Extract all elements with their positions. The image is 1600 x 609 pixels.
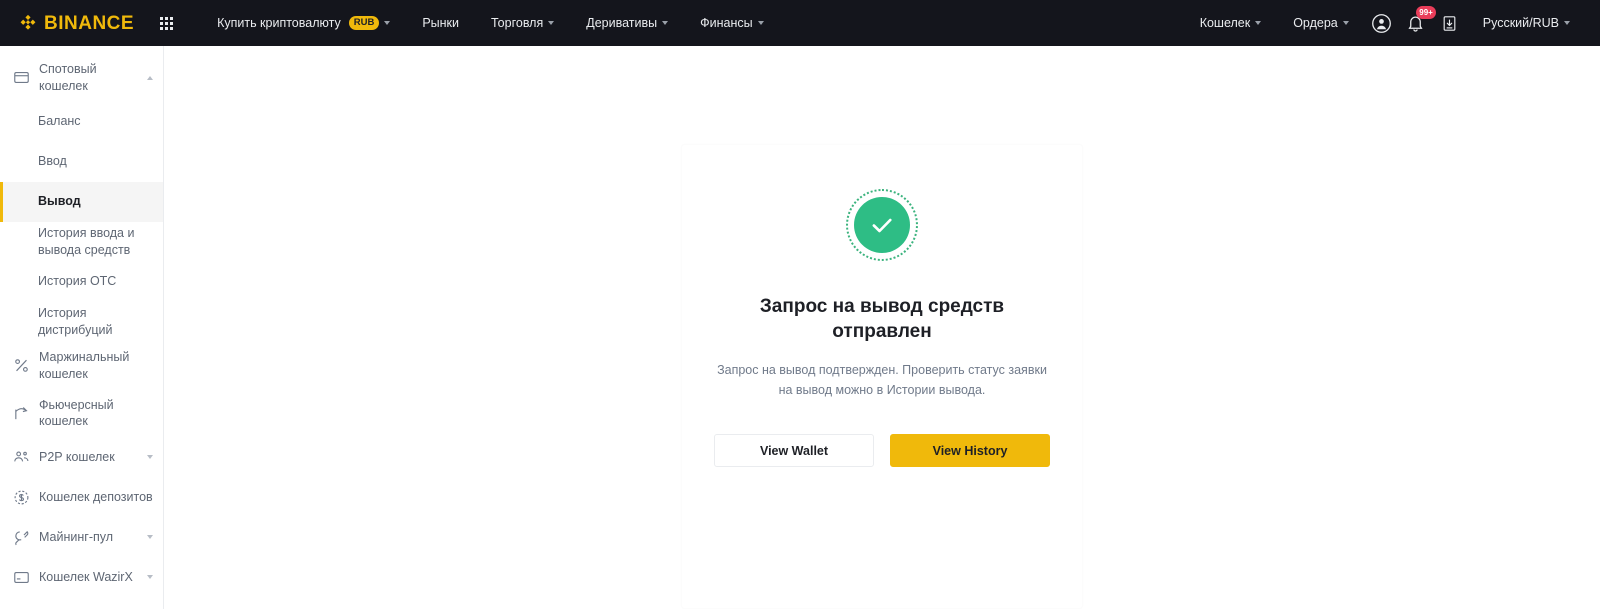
card-actions: View Wallet View History (710, 434, 1054, 468)
profile-button[interactable] (1365, 0, 1399, 46)
top-navbar: BINANCE Купить криптовалюту RUB Рынки То… (0, 0, 1600, 46)
sidebar-item-jex-wallet[interactable]: Кошелек JEX (0, 597, 163, 609)
sidebar-item-label: Майнинг-пул (39, 529, 114, 544)
chevron-down-icon (548, 21, 555, 25)
sidebar-item-deposit-wallet[interactable]: Кошелек депозитов (0, 477, 163, 517)
sidebar-item-label: Кошелек WazirX (39, 569, 133, 584)
nav-item-label: Финансы (700, 16, 753, 30)
sidebar-item-label: Фьючерсный кошелек (39, 397, 114, 429)
sidebar-item-label: История дистрибуций (38, 305, 113, 337)
sidebar-item-label: Ввод (38, 154, 67, 169)
sidebar-item-otc-history[interactable]: История ОТС (0, 262, 163, 302)
navbar-menu: Купить криптовалюту RUB Рынки Торговля Д… (201, 0, 780, 46)
binance-logo-text: BINANCE (44, 12, 135, 34)
nav-item-label: Рынки (422, 16, 460, 30)
language-currency-selector[interactable]: Русский/RUB (1467, 0, 1586, 46)
download-app-icon (1443, 15, 1456, 31)
sidebar-item-withdraw[interactable]: Вывод (0, 181, 163, 222)
nav-item-buy-crypto[interactable]: Купить криптовалюту RUB (201, 0, 406, 46)
chevron-down-icon (147, 455, 153, 460)
nav-item-label: Кошелек (1199, 16, 1251, 30)
sidebar-item-p2p-wallet[interactable]: P2P кошелек (0, 437, 163, 477)
sidebar-item-label: Маржинальный кошелек (39, 349, 130, 381)
dollar-circle-icon (12, 488, 30, 506)
sidebar-item-deposit[interactable]: Ввод (0, 142, 163, 182)
sidebar-item-label: Кошелек депозитов (39, 489, 153, 504)
user-circle-icon (1372, 13, 1392, 33)
chevron-down-icon (147, 535, 153, 540)
nav-item-label: Купить криптовалюту (217, 16, 341, 30)
sidebar-item-label: Баланс (38, 114, 81, 129)
nav-item-label: Деривативы (586, 16, 658, 30)
chevron-down-icon (384, 21, 391, 25)
wallet-card-icon (12, 69, 30, 87)
view-wallet-button[interactable]: View Wallet (714, 434, 874, 468)
sidebar-item-distribution-history[interactable]: История дистрибуций (0, 302, 163, 342)
withdrawal-success-card: Запрос на вывод средств отправлен Запрос… (681, 144, 1083, 609)
sidebar-item-balance[interactable]: Баланс (0, 102, 163, 142)
sidebar-item-margin-wallet[interactable]: Маржинальный кошелек (0, 342, 163, 390)
view-history-button[interactable]: View History (890, 434, 1050, 468)
nav-item-markets[interactable]: Рынки (406, 0, 475, 46)
success-check-icon (846, 189, 918, 261)
chevron-down-icon (662, 21, 669, 25)
wallet-card-icon (12, 568, 30, 586)
sidebar-item-futures-wallet[interactable]: Фьючерсный кошелек (0, 390, 163, 438)
nav-item-finance[interactable]: Финансы (684, 0, 779, 46)
dotted-ring-decoration (846, 189, 918, 261)
sidebar-item-transaction-history[interactable]: История ввода и вывода средств (0, 222, 163, 262)
sidebar-item-wazirx-wallet[interactable]: Кошелек WazirX (0, 557, 163, 597)
margin-percent-icon (12, 357, 30, 375)
nav-item-label: Торговля (491, 16, 544, 30)
chevron-up-icon (147, 75, 153, 80)
nav-item-wallet[interactable]: Кошелек (1184, 0, 1278, 46)
sidebar-group-label: Спотовый кошелек (39, 62, 97, 93)
card-description: Запрос на вывод подтвержден. Проверить с… (717, 363, 1047, 398)
p2p-people-icon (12, 448, 30, 466)
main-content: Запрос на вывод средств отправлен Запрос… (164, 46, 1600, 609)
navbar-right-section: Кошелек Ордера 99+ Русский/RUB (1184, 0, 1586, 46)
sidebar-item-mining-pool[interactable]: Майнинг-пул (0, 517, 163, 557)
page-body: Спотовый кошелек Баланс Ввод Вывод Истор… (0, 46, 1600, 609)
chevron-down-icon (1564, 21, 1570, 25)
language-label: Русский/RUB (1482, 16, 1559, 30)
nav-item-derivatives[interactable]: Деривативы (570, 0, 684, 46)
notifications-button[interactable]: 99+ (1399, 0, 1437, 46)
nav-currency-badge: RUB (348, 15, 380, 31)
chevron-down-icon (147, 575, 153, 580)
navbar-left-section: BINANCE Купить криптовалюту RUB Рынки То… (0, 0, 780, 46)
nav-item-label: Ордера (1293, 16, 1338, 30)
page-title: Запрос на вывод средств отправлен (759, 296, 1005, 342)
binance-logo[interactable]: BINANCE (18, 13, 134, 33)
sidebar: Спотовый кошелек Баланс Ввод Вывод Истор… (0, 46, 164, 609)
chevron-down-icon (1255, 21, 1262, 25)
binance-diamond-icon (20, 14, 36, 30)
sidebar-group-spot-wallet[interactable]: Спотовый кошелек (0, 54, 163, 102)
sidebar-item-label: История ввода и вывода средств (38, 225, 135, 257)
sidebar-item-label: Вывод (38, 194, 81, 209)
chevron-down-icon (1342, 21, 1349, 25)
download-app-button[interactable] (1433, 0, 1467, 46)
chevron-down-icon (757, 21, 764, 25)
mining-wrench-icon (12, 528, 30, 546)
sidebar-item-label: P2P кошелек (39, 449, 115, 464)
sidebar-item-label: История ОТС (38, 274, 117, 289)
futures-arrow-icon (12, 404, 30, 422)
nav-item-trade[interactable]: Торговля (475, 0, 570, 46)
nav-item-orders[interactable]: Ордера (1277, 0, 1365, 46)
apps-grid-icon[interactable] (160, 16, 174, 30)
